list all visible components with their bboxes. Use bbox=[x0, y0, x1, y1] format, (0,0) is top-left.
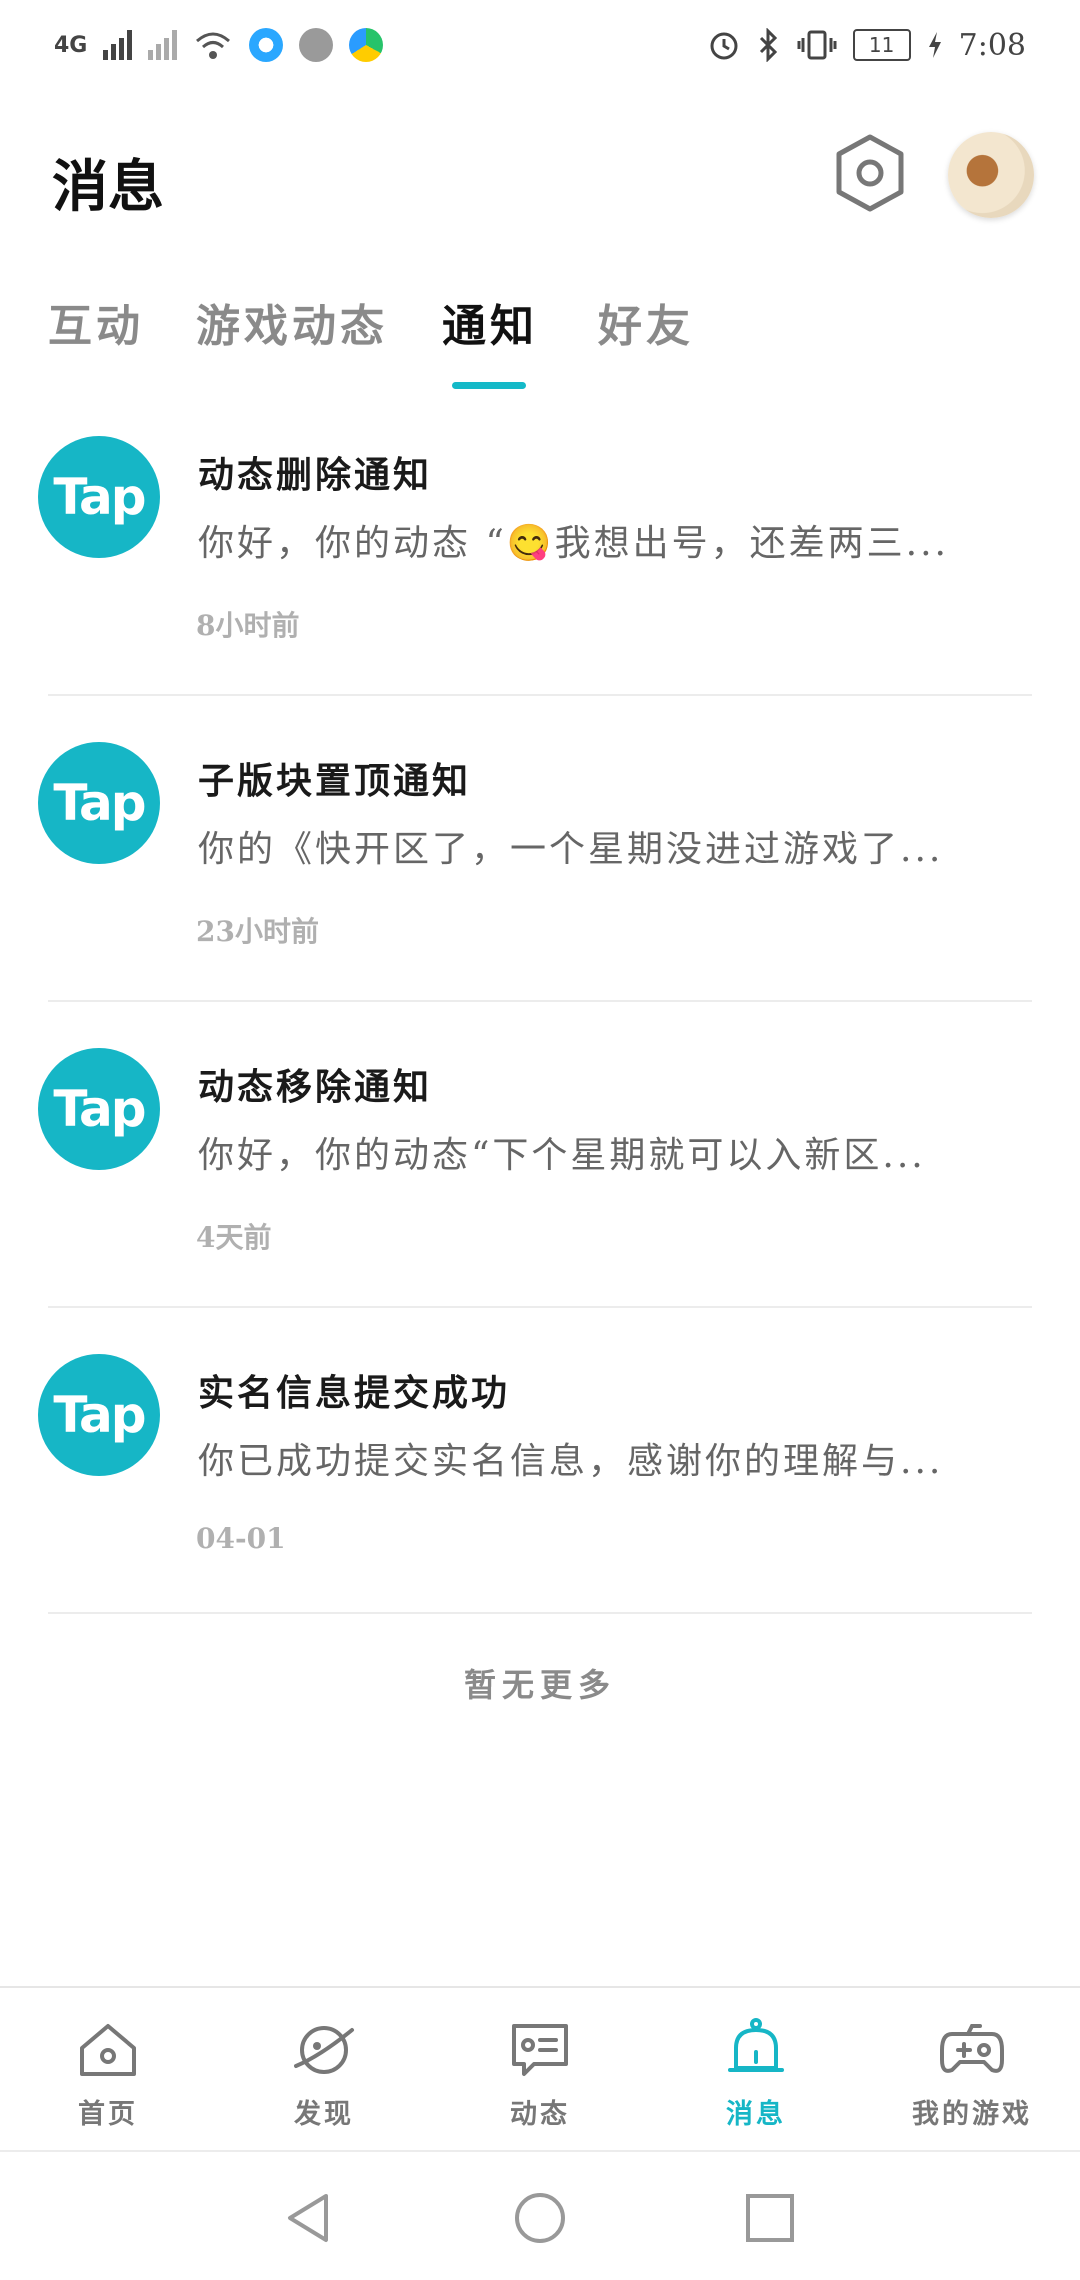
settings-hexagon-icon bbox=[836, 134, 904, 212]
avatar[interactable] bbox=[948, 132, 1034, 218]
qq-browser-app-icon bbox=[249, 28, 284, 62]
divider bbox=[48, 694, 1032, 696]
notification-snippet: 你好，你的动态 “😋我想出号，还差两三... bbox=[198, 523, 950, 564]
nav-label: 动态 bbox=[510, 2099, 570, 2130]
list-item[interactable]: Tap 实名信息提交成功 你已成功提交实名信息，感谢你的理解与... 04-01 bbox=[0, 1338, 1080, 1644]
tap-logo-icon: Tap bbox=[38, 742, 160, 864]
notification-title: 动态删除通知 bbox=[198, 454, 433, 496]
clock: 7:08 bbox=[958, 27, 1026, 63]
tap-logo-icon: Tap bbox=[38, 1048, 160, 1170]
divider bbox=[48, 1306, 1032, 1308]
divider bbox=[48, 1612, 1032, 1614]
tap-logo-icon: Tap bbox=[38, 1354, 160, 1476]
status-left: 4G bbox=[54, 28, 384, 62]
charging-icon bbox=[928, 32, 941, 58]
chat-card-icon bbox=[512, 2024, 568, 2076]
tap-logo-icon: Tap bbox=[38, 436, 160, 558]
system-nav-bar bbox=[0, 2150, 1080, 2280]
header: 消息 bbox=[0, 120, 1080, 240]
notification-title: 子版块置顶通知 bbox=[198, 760, 472, 802]
video-app-icon bbox=[349, 28, 384, 62]
notification-snippet: 你好，你的动态“下个星期就可以入新区... bbox=[198, 1135, 926, 1176]
bell-icon bbox=[728, 2018, 784, 2072]
bluetooth-icon bbox=[759, 28, 777, 62]
divider bbox=[48, 1000, 1032, 1002]
battery-indicator: 11 bbox=[852, 29, 911, 61]
home-icon bbox=[80, 2024, 136, 2076]
notification-snippet: 你的《快开区了，一个星期没进过游戏了... bbox=[198, 829, 944, 870]
nav-home[interactable]: 首页 bbox=[0, 1988, 216, 2152]
list-end-label: 暂无更多 bbox=[463, 1666, 616, 1704]
network-type-label: 4G bbox=[54, 32, 88, 58]
notification-title: 动态移除通知 bbox=[198, 1066, 433, 1108]
list-item[interactable]: Tap 动态删除通知 你好，你的动态 “😋我想出号，还差两三... 8小时前 bbox=[0, 420, 1080, 726]
back-icon[interactable] bbox=[278, 2188, 338, 2248]
active-tab-indicator bbox=[452, 382, 526, 389]
status-bar: 4G 11 7:08 bbox=[0, 0, 1080, 90]
tab-bar: 互动 游戏动态 通知 好友 bbox=[0, 290, 1080, 400]
screen: 4G 11 7:08 消息 互动 游戏动态 通知 好友 Tap 动态删除通知 你… bbox=[0, 0, 1080, 2280]
alarm-icon bbox=[710, 32, 738, 60]
list-item[interactable]: Tap 动态移除通知 你好，你的动态“下个星期就可以入新区... 4天前 bbox=[0, 1032, 1080, 1338]
wifi-icon bbox=[196, 32, 231, 59]
gamepad-icon bbox=[940, 2024, 1004, 2073]
notification-time: 23小时前 bbox=[196, 915, 319, 948]
planet-icon bbox=[294, 2026, 354, 2074]
notification-title: 实名信息提交成功 bbox=[198, 1372, 511, 1414]
list-item[interactable]: Tap 子版块置顶通知 你的《快开区了，一个星期没进过游戏了... 23小时前 bbox=[0, 726, 1080, 1032]
tab-game-updates[interactable]: 游戏动态 bbox=[196, 290, 388, 354]
home-circle-icon[interactable] bbox=[510, 2188, 570, 2248]
signal-strength-icon bbox=[103, 30, 133, 60]
nav-messages[interactable]: 消息 bbox=[648, 1988, 864, 2152]
nav-discover[interactable]: 发现 bbox=[216, 1988, 432, 2152]
wechat-app-icon bbox=[299, 28, 334, 62]
nav-my-games[interactable]: 我的游戏 bbox=[864, 1988, 1080, 2152]
notification-time: 4天前 bbox=[196, 1221, 272, 1254]
tab-friends[interactable]: 好友 bbox=[598, 290, 694, 354]
nav-feed[interactable]: 动态 bbox=[432, 1988, 648, 2152]
recents-square-icon[interactable] bbox=[740, 2188, 800, 2248]
nav-label: 发现 bbox=[294, 2099, 354, 2130]
tab-interactions[interactable]: 互动 bbox=[48, 290, 144, 354]
tab-notifications[interactable]: 通知 bbox=[442, 290, 538, 354]
nav-label: 我的游戏 bbox=[912, 2099, 1032, 2130]
bottom-nav: 首页 发现 动态 消息 我的游戏 bbox=[0, 1986, 1080, 2152]
notification-time: 8小时前 bbox=[196, 609, 300, 642]
signal-no-service-icon bbox=[148, 30, 178, 60]
status-right: 11 7:08 bbox=[707, 28, 1026, 63]
page-title: 消息 bbox=[52, 154, 164, 220]
vibrate-icon bbox=[797, 30, 837, 60]
notification-time: 04-01 bbox=[196, 1522, 286, 1555]
nav-label: 消息 bbox=[726, 2099, 786, 2130]
notification-snippet: 你已成功提交实名信息，感谢你的理解与... bbox=[198, 1441, 944, 1482]
nav-label: 首页 bbox=[78, 2099, 138, 2130]
notification-list: Tap 动态删除通知 你好，你的动态 “😋我想出号，还差两三... 8小时前 T… bbox=[0, 420, 1080, 1644]
settings-button[interactable] bbox=[832, 132, 908, 214]
